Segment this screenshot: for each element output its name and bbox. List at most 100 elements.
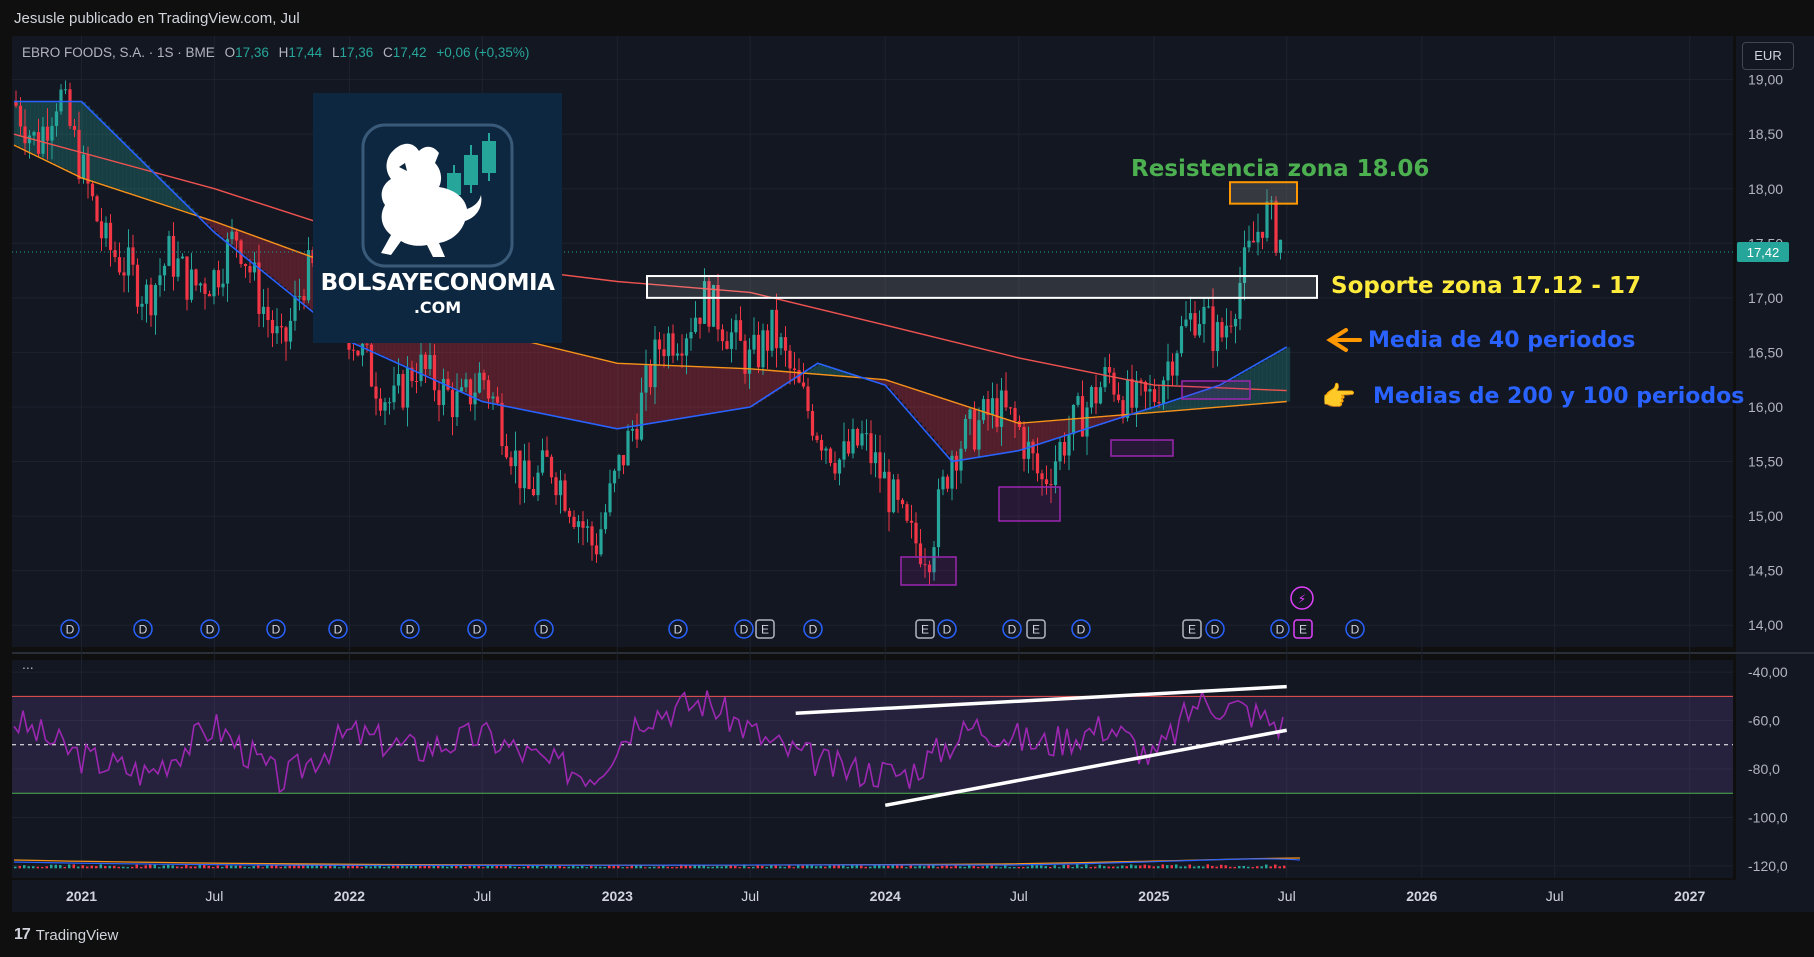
histogram-bar (986, 865, 989, 869)
candle-body (563, 480, 567, 511)
candle-body (1170, 361, 1175, 376)
support-zone[interactable] (646, 275, 1318, 299)
candle-body (104, 222, 108, 239)
histogram-bar (1085, 864, 1088, 869)
ma-cloud-segment (906, 386, 911, 409)
candle-body (963, 418, 968, 449)
histogram-bar (653, 866, 656, 869)
candle-body (851, 428, 855, 454)
swing-low-box[interactable] (1110, 439, 1174, 457)
currency-button[interactable]: EUR (1742, 42, 1794, 70)
histogram-bar (14, 866, 17, 869)
candle-body (594, 545, 599, 555)
candle-body (1004, 390, 1008, 408)
ma-cloud-segment (742, 368, 747, 409)
candle-body (45, 126, 50, 141)
histogram-bar (999, 867, 1002, 869)
histogram-bar (482, 867, 485, 869)
candle-body (1166, 361, 1170, 381)
histogram-bar (1166, 865, 1169, 869)
candle-body (1094, 386, 1098, 404)
candle-body (765, 330, 770, 351)
swing-low-box[interactable] (998, 486, 1061, 522)
time-tick-label: Jul (473, 888, 491, 904)
candle-body (63, 89, 68, 91)
histogram-bar (1121, 865, 1124, 869)
histogram-bar (153, 864, 156, 869)
candle-body (90, 183, 95, 197)
histogram-bar (221, 866, 224, 869)
histogram-bar (594, 866, 597, 869)
ma-cloud-segment (510, 337, 515, 408)
ma-cloud-segment (662, 365, 667, 422)
osc-tick-label: -120,0 (1748, 858, 1788, 874)
ma-cloud-segment (726, 367, 731, 411)
candle-body (1211, 306, 1215, 352)
histogram-bar (261, 867, 264, 869)
candle-body (513, 450, 518, 467)
candle-body (774, 309, 779, 349)
candle-body (1067, 434, 1071, 456)
pane-menu-icon[interactable]: ... (22, 656, 34, 672)
histogram-bar (1026, 866, 1029, 869)
candle-body (365, 343, 369, 345)
ma-cloud-segment (678, 365, 683, 419)
histogram-bar (122, 866, 125, 869)
tradingview-logo[interactable]: 17 TradingView (14, 926, 118, 944)
histogram-bar (171, 865, 174, 869)
histogram-bar (198, 864, 201, 869)
swing-low-box[interactable] (900, 556, 957, 586)
histogram-bar (923, 866, 926, 869)
histogram-bar (918, 865, 921, 869)
histogram-bar (387, 866, 390, 869)
ma-cloud-segment (946, 399, 951, 455)
candle-body (248, 266, 252, 273)
histogram-bar (117, 866, 120, 869)
histogram-bar (1215, 866, 1218, 869)
ma-cloud-segment (1006, 419, 1011, 453)
open-label: O (224, 45, 236, 60)
candle-body (846, 441, 851, 454)
ma-cloud-segment (754, 369, 759, 405)
symbol-legend[interactable]: EBRO FOODS, S.A. · 1S · BME O17,36 H17,4… (22, 45, 529, 60)
candle-body (176, 258, 180, 277)
candle-body (824, 448, 828, 451)
ma-cloud-segment (1254, 365, 1259, 405)
candle-body (662, 349, 666, 357)
dividend-marker-label: D (334, 623, 343, 637)
ma-cloud-segment (90, 109, 95, 181)
histogram-bar (140, 866, 143, 869)
time-tick-label: 2023 (602, 888, 633, 904)
candle-body (495, 396, 500, 403)
histogram-bar (536, 865, 539, 869)
histogram-bar (504, 865, 507, 869)
histogram-bar (1242, 866, 1245, 869)
swing-low-box[interactable] (1181, 380, 1251, 400)
price-tick-label: 15,00 (1748, 508, 1783, 524)
histogram-bar (513, 866, 516, 869)
candle-body (693, 317, 698, 333)
candle-body (302, 296, 306, 301)
histogram-bar (293, 865, 296, 869)
histogram-bar (972, 865, 975, 869)
histogram-bar (1224, 865, 1227, 869)
ma-cloud-segment (750, 368, 755, 407)
price-axis[interactable] (1736, 36, 1814, 912)
ma-cloud-segment (930, 394, 935, 437)
resistance-annotation: Resistencia zona 18.06 (1131, 156, 1430, 182)
time-axis[interactable] (12, 880, 1814, 912)
histogram-bar (815, 866, 818, 869)
candle-body (1017, 421, 1022, 427)
histogram-bar (212, 867, 215, 869)
candle-body (756, 334, 761, 368)
candle-body (117, 257, 122, 273)
candle-body (675, 353, 680, 356)
histogram-bar (900, 865, 903, 869)
resistance-zone[interactable] (1229, 181, 1298, 205)
ma-cloud-segment (578, 353, 583, 421)
candle-body (896, 479, 900, 500)
histogram-bar (288, 865, 291, 869)
price-chart[interactable]: 19,0018,5018,0017,5017,0016,5016,0015,50… (0, 0, 1814, 957)
histogram-bar (1269, 866, 1272, 869)
histogram-bar (518, 867, 521, 869)
